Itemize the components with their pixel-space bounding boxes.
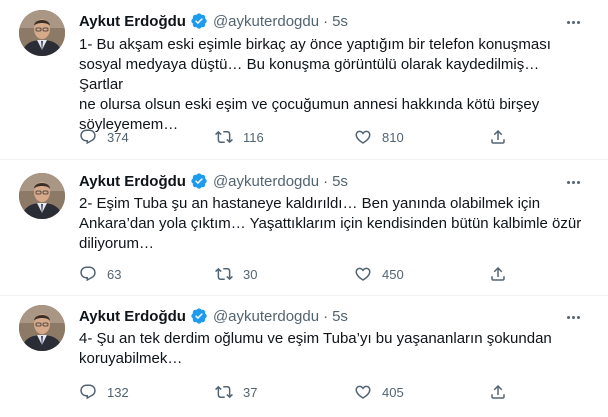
retweet-button[interactable]: 37 xyxy=(215,383,354,401)
reply-icon xyxy=(79,128,97,146)
tweet[interactable]: Aykut Erdoğdu @aykuterdogdu · 5s 2- Eşim… xyxy=(0,160,608,296)
share-icon xyxy=(489,383,507,401)
retweet-icon xyxy=(215,383,233,401)
author-handle[interactable]: @aykuterdogdu xyxy=(213,173,319,190)
timestamp[interactable]: 5s xyxy=(332,308,348,325)
tweet-header: Aykut Erdoğdu @aykuterdogdu · 5s xyxy=(79,306,348,326)
author-handle[interactable]: @aykuterdogdu xyxy=(213,13,319,30)
reply-button[interactable]: 63 xyxy=(79,265,215,283)
tweet-text: 2- Eşim Tuba şu an hastaneye kaldırıldı…… xyxy=(79,194,584,254)
tweet-text: 4- Şu an tek derdim oğlumu ve eşim Tuba’… xyxy=(79,329,584,369)
tweet-text-line: Ankara’dan yola çıktım… Yaşattıklarım iç… xyxy=(79,215,582,232)
separator-dot: · xyxy=(323,307,329,325)
share-icon xyxy=(489,128,507,146)
reply-icon xyxy=(79,383,97,401)
tweet-text-line: 4- Şu an tek derdim oğlumu ve eşim Tuba’… xyxy=(79,330,552,347)
like-button[interactable]: 450 xyxy=(354,265,489,283)
retweet-icon xyxy=(215,265,233,283)
reply-count: 63 xyxy=(107,266,122,282)
author-name[interactable]: Aykut Erdoğdu xyxy=(79,173,186,190)
tweet-actions: 63 30 450 xyxy=(79,264,519,284)
tweet-header: Aykut Erdoğdu @aykuterdogdu · 5s xyxy=(79,171,348,191)
tweet-text-line: 2- Eşim Tuba şu an hastaneye kaldırıldı…… xyxy=(79,195,541,212)
tweet-text-line: diliyorum… xyxy=(79,235,155,252)
heart-icon xyxy=(354,128,372,146)
avatar[interactable] xyxy=(19,173,65,219)
retweet-icon xyxy=(215,128,233,146)
tweet[interactable]: Aykut Erdoğdu @aykuterdogdu · 5s 4- Şu a… xyxy=(0,296,608,417)
share-button[interactable] xyxy=(489,383,519,401)
like-count: 810 xyxy=(382,129,404,145)
reply-count: 132 xyxy=(107,384,129,400)
reply-icon xyxy=(79,265,97,283)
timestamp[interactable]: 5s xyxy=(332,13,348,30)
tweet-text-line: ne olursa olsun eski eşim ve çocuğumun a… xyxy=(79,96,540,113)
verified-badge-icon xyxy=(190,307,208,325)
tweet-text-line: 1- Bu akşam eski eşimle birkaç ay önce y… xyxy=(79,36,551,53)
heart-icon xyxy=(354,383,372,401)
like-button[interactable]: 810 xyxy=(354,128,489,146)
share-button[interactable] xyxy=(489,265,519,283)
more-options-icon[interactable] xyxy=(562,172,584,192)
reply-button[interactable]: 374 xyxy=(79,128,215,146)
retweet-count: 37 xyxy=(243,384,258,400)
retweet-button[interactable]: 30 xyxy=(215,265,354,283)
like-count: 450 xyxy=(382,266,404,282)
tweet-header: Aykut Erdoğdu @aykuterdogdu · 5s xyxy=(79,11,348,31)
tweet-actions: 374 116 810 xyxy=(79,127,519,147)
separator-dot: · xyxy=(323,172,329,190)
more-options-icon[interactable] xyxy=(562,307,584,327)
avatar[interactable] xyxy=(19,10,65,56)
verified-badge-icon xyxy=(190,172,208,190)
tweet[interactable]: Aykut Erdoğdu @aykuterdogdu · 5s 1- Bu a… xyxy=(0,0,608,160)
verified-badge-icon xyxy=(190,12,208,30)
tweet-text-line: koruyabilmek… xyxy=(79,350,183,367)
avatar[interactable] xyxy=(19,305,65,351)
tweet-text-line: sosyal medyaya düştü… Bu konuşma görüntü… xyxy=(79,56,540,93)
author-name[interactable]: Aykut Erdoğdu xyxy=(79,308,186,325)
reply-button[interactable]: 132 xyxy=(79,383,215,401)
author-name[interactable]: Aykut Erdoğdu xyxy=(79,13,186,30)
more-options-icon[interactable] xyxy=(562,12,584,32)
retweet-button[interactable]: 116 xyxy=(215,128,354,146)
retweet-count: 30 xyxy=(243,266,258,282)
like-count: 405 xyxy=(382,384,404,400)
heart-icon xyxy=(354,265,372,283)
reply-count: 374 xyxy=(107,129,129,145)
tweet-text: 1- Bu akşam eski eşimle birkaç ay önce y… xyxy=(79,35,584,135)
separator-dot: · xyxy=(323,12,329,30)
like-button[interactable]: 405 xyxy=(354,383,489,401)
share-icon xyxy=(489,265,507,283)
timestamp[interactable]: 5s xyxy=(332,173,348,190)
share-button[interactable] xyxy=(489,128,519,146)
author-handle[interactable]: @aykuterdogdu xyxy=(213,308,319,325)
retweet-count: 116 xyxy=(243,129,264,145)
tweet-actions: 132 37 405 xyxy=(79,382,519,402)
